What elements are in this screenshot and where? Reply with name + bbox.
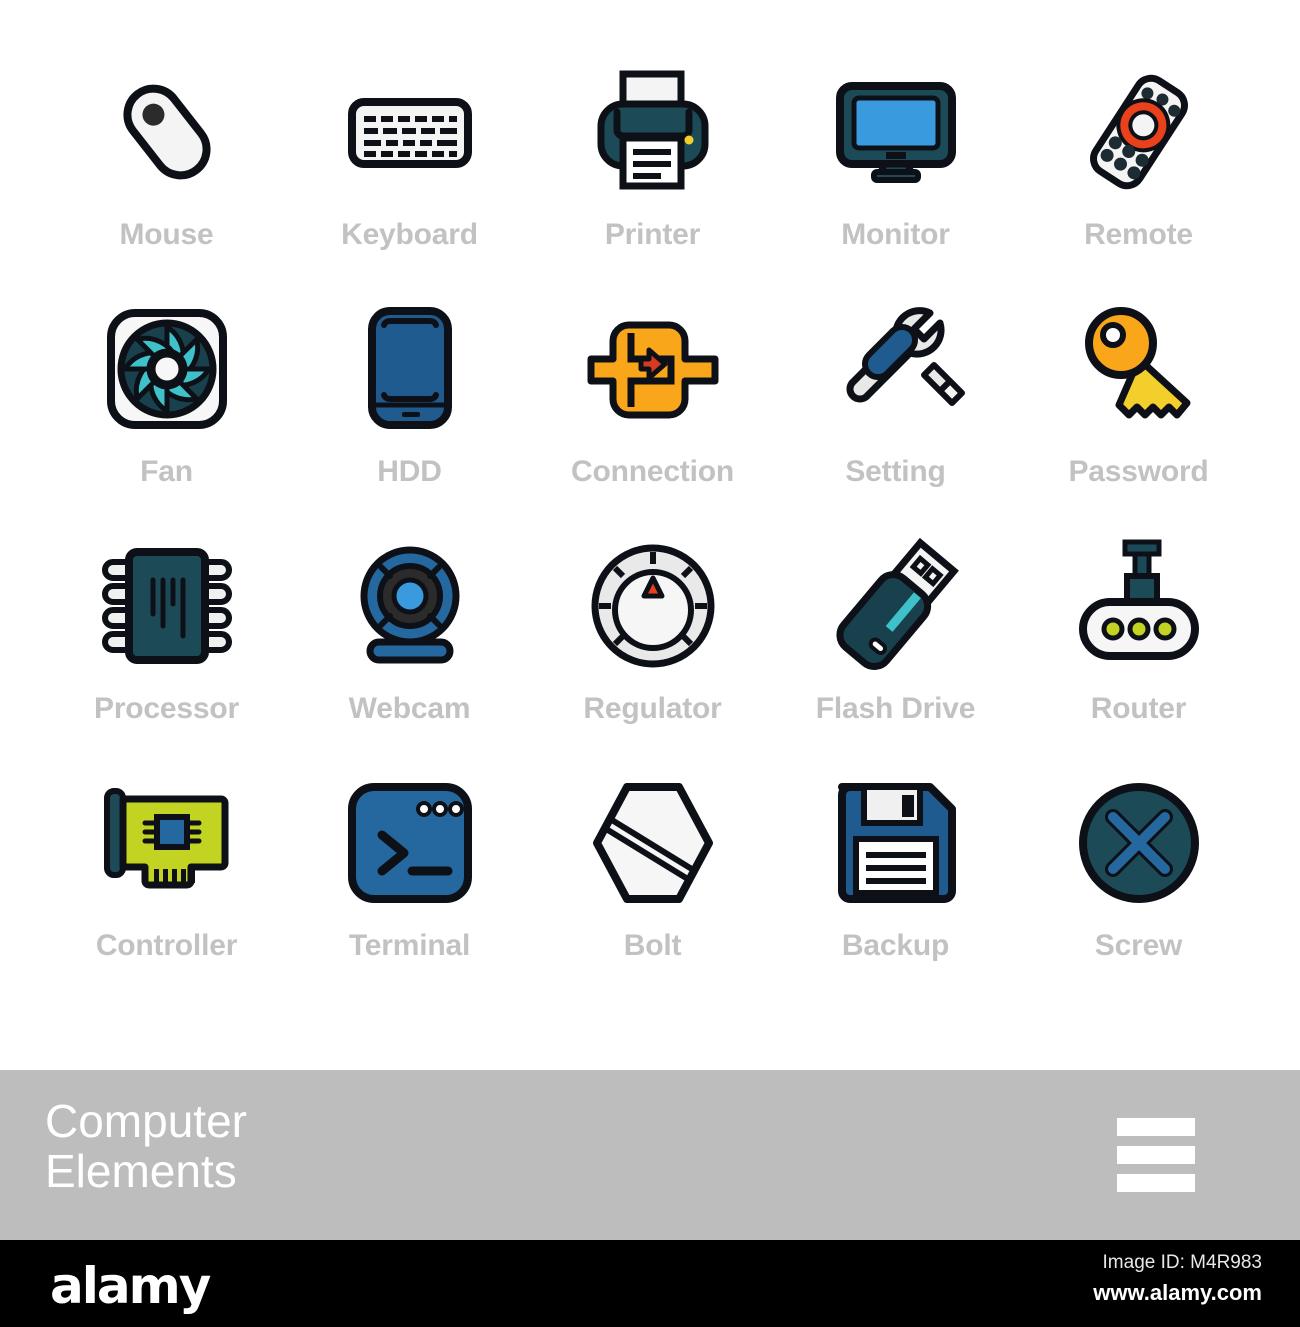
icon-cell-terminal[interactable]: Terminal (288, 773, 531, 1010)
icon-label: Fan (140, 455, 193, 488)
icon-label: Connection (571, 455, 734, 488)
icon-cell-remote[interactable]: Remote (1017, 62, 1260, 299)
icon-label: Router (1090, 692, 1187, 725)
icon-cell-mouse[interactable]: Mouse (45, 62, 288, 299)
icon-grid: Mouse Keyboard Printer Monitor Remote Fa… (45, 62, 1260, 1052)
icon-label: Bolt (623, 929, 682, 962)
icon-label: Setting (845, 455, 946, 488)
icon-label: Backup (841, 929, 950, 962)
monitor-icon[interactable] (826, 62, 966, 202)
mouse-icon[interactable] (97, 62, 237, 202)
hamburger-icon[interactable] (1117, 1118, 1195, 1192)
icon-cell-printer[interactable]: Printer (531, 62, 774, 299)
password-key-icon[interactable] (1069, 299, 1209, 439)
icon-label: Monitor (841, 218, 950, 251)
icon-label: Controller (95, 929, 238, 962)
icon-cell-controller[interactable]: Controller (45, 773, 288, 1010)
remote-icon[interactable] (1069, 62, 1209, 202)
icon-cell-setting[interactable]: Setting (774, 299, 1017, 536)
icon-label: HDD (377, 455, 442, 488)
connection-icon[interactable] (583, 299, 723, 439)
icon-cell-processor[interactable]: Processor (45, 536, 288, 773)
floppy-disk-icon[interactable] (826, 773, 966, 913)
icon-cell-webcam[interactable]: Webcam (288, 536, 531, 773)
icon-cell-fan[interactable]: Fan (45, 299, 288, 536)
controller-card-icon[interactable] (97, 773, 237, 913)
icon-label: Flash Drive (815, 692, 976, 725)
alamy-url-text: www.alamy.com (1093, 1280, 1262, 1305)
icon-label: Webcam (348, 692, 471, 725)
icon-cell-connection[interactable]: Connection (531, 299, 774, 536)
icon-label: Screw (1094, 929, 1183, 962)
footer-bar: Computer Elements (0, 1070, 1300, 1240)
alamy-logo: alamy (50, 1257, 211, 1315)
icon-label: Printer (604, 218, 701, 251)
hamburger-bar (1117, 1174, 1195, 1192)
screw-icon[interactable] (1069, 773, 1209, 913)
watermark-bar: alamy Image ID: M4R983 www.alamy.com (0, 1240, 1300, 1327)
icon-label: Keyboard (341, 218, 478, 251)
icon-label: Terminal (348, 929, 471, 962)
icon-label: Remote (1084, 218, 1193, 251)
setting-icon[interactable] (826, 299, 966, 439)
icon-cell-flash-drive[interactable]: Flash Drive (774, 536, 1017, 773)
icon-cell-screw[interactable]: Screw (1017, 773, 1260, 1010)
webcam-icon[interactable] (340, 536, 480, 676)
icon-cell-bolt[interactable]: Bolt (531, 773, 774, 1010)
icon-sheet: Mouse Keyboard Printer Monitor Remote Fa… (0, 0, 1300, 1070)
icon-label: Mouse (119, 218, 214, 251)
icon-cell-monitor[interactable]: Monitor (774, 62, 1017, 299)
icon-cell-hdd[interactable]: HDD (288, 299, 531, 536)
icon-label: Regulator (583, 692, 722, 725)
fan-icon[interactable] (97, 299, 237, 439)
printer-icon[interactable] (583, 62, 723, 202)
icon-label: Password (1068, 455, 1209, 488)
keyboard-icon[interactable] (340, 62, 480, 202)
icon-cell-password[interactable]: Password (1017, 299, 1260, 536)
footer-title: Computer Elements (45, 1095, 247, 1197)
regulator-icon[interactable] (583, 536, 723, 676)
icon-cell-backup[interactable]: Backup (774, 773, 1017, 1010)
bolt-icon[interactable] (583, 773, 723, 913)
terminal-icon[interactable] (340, 773, 480, 913)
hdd-icon[interactable] (340, 299, 480, 439)
hamburger-bar (1117, 1146, 1195, 1164)
hamburger-bar (1117, 1118, 1195, 1136)
icon-cell-keyboard[interactable]: Keyboard (288, 62, 531, 299)
router-icon[interactable] (1069, 536, 1209, 676)
image-id-text: Image ID: M4R983 (1102, 1252, 1262, 1273)
icon-cell-regulator[interactable]: Regulator (531, 536, 774, 773)
icon-cell-router[interactable]: Router (1017, 536, 1260, 773)
processor-icon[interactable] (97, 536, 237, 676)
flash-drive-icon[interactable] (826, 536, 966, 676)
icon-label: Processor (94, 692, 239, 725)
